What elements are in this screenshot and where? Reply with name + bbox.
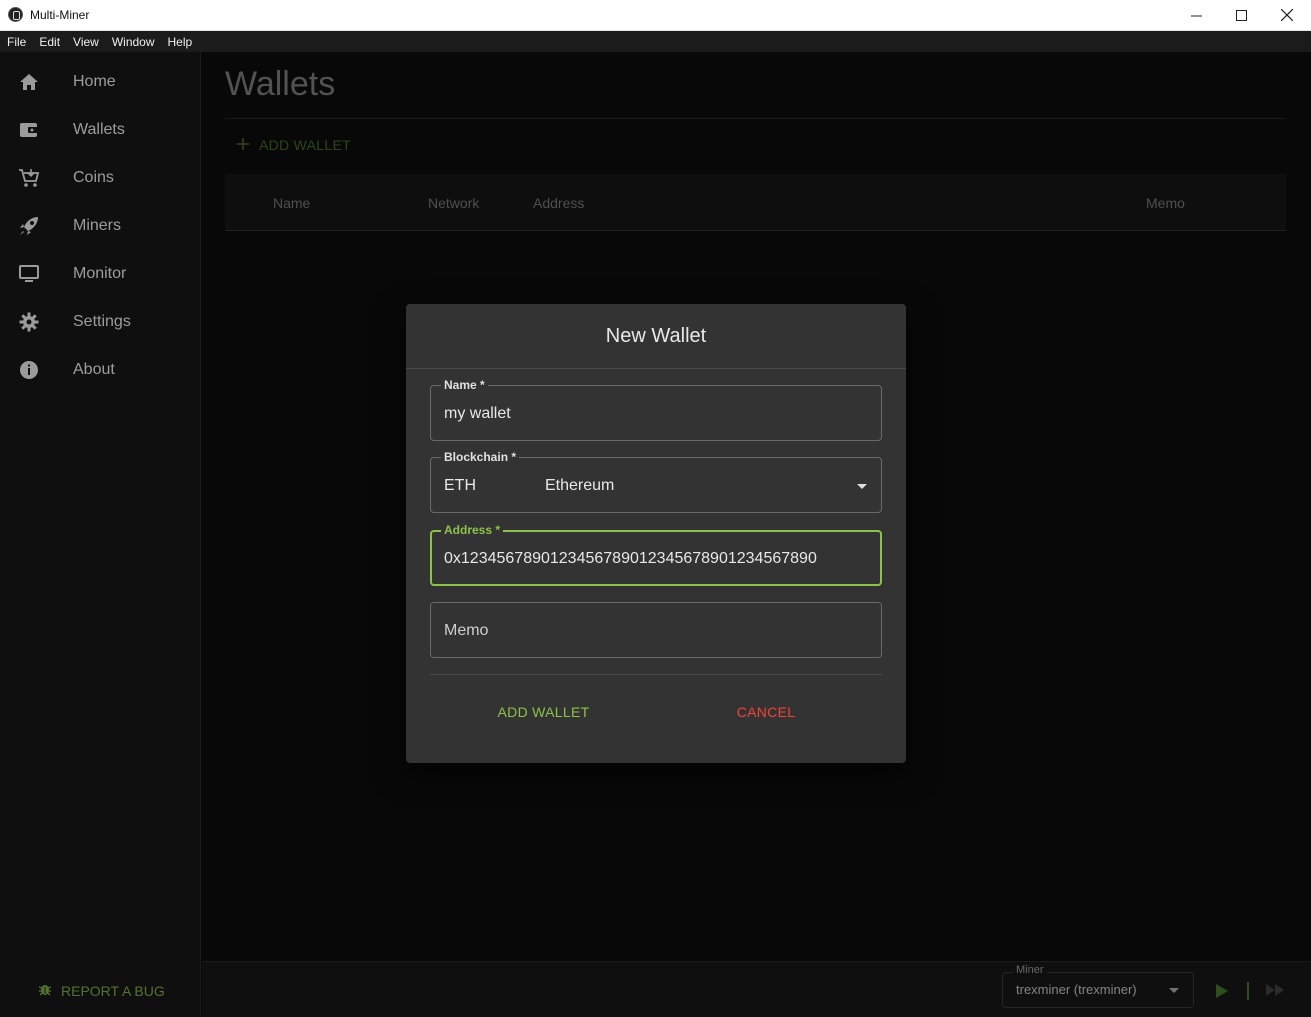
cancel-button[interactable]: CANCEL — [711, 704, 821, 720]
address-field-value: 0x12345678901234567890123456789012345678… — [444, 550, 817, 567]
dialog-title: New Wallet — [605, 325, 707, 347]
menu-edit[interactable]: Edit — [32, 35, 66, 49]
maximize-button[interactable] — [1218, 0, 1264, 30]
dialog-footer-divider — [430, 674, 882, 675]
menu-file[interactable]: File — [0, 35, 32, 49]
dialog-divider — [406, 368, 906, 369]
menu-bar: File Edit View Window Help — [0, 31, 1311, 52]
chevron-down-icon — [857, 484, 867, 489]
address-field[interactable]: Address * 0x1234567890123456789012345678… — [430, 523, 882, 586]
name-field-label: Name * — [441, 378, 488, 392]
memo-field[interactable]: Memo — [430, 602, 882, 658]
close-icon — [1281, 9, 1293, 21]
name-field-value: my wallet — [444, 405, 511, 422]
minimize-button[interactable] — [1173, 0, 1219, 30]
maximize-icon — [1235, 9, 1247, 21]
new-wallet-dialog: New Wallet Name * my wallet Blockchain *… — [406, 304, 906, 763]
add-wallet-confirm-button[interactable]: ADD WALLET — [486, 704, 601, 720]
app-logo-icon — [8, 7, 23, 22]
menu-view[interactable]: View — [66, 35, 105, 49]
menu-window[interactable]: Window — [105, 35, 161, 49]
blockchain-select[interactable]: Blockchain * ETH Ethereum — [430, 450, 882, 513]
window-title: Multi-Miner — [30, 8, 90, 22]
memo-field-placeholder: Memo — [444, 622, 489, 639]
blockchain-select-label: Blockchain * — [441, 450, 520, 464]
minimize-icon — [1190, 15, 1202, 16]
name-field[interactable]: Name * my wallet — [430, 378, 882, 441]
address-field-label: Address * — [441, 523, 504, 537]
blockchain-code: ETH — [444, 477, 476, 494]
menu-help[interactable]: Help — [161, 35, 199, 49]
blockchain-name: Ethereum — [545, 477, 615, 494]
close-button[interactable] — [1264, 0, 1310, 30]
title-bar: Multi-Miner — [0, 0, 1311, 31]
